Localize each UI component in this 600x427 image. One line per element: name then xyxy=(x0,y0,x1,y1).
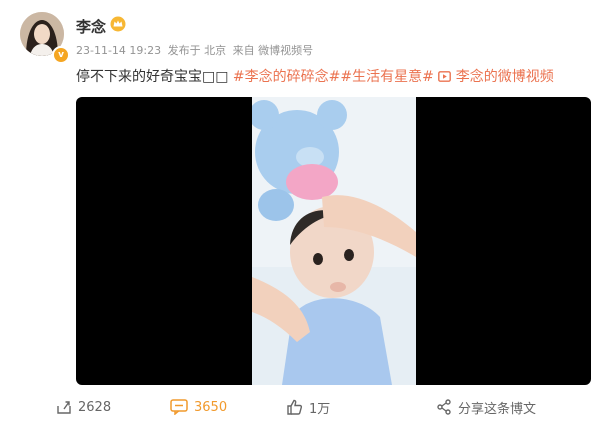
repost-count: 2628 xyxy=(78,399,112,415)
hashtag-link[interactable]: #生活有星意# xyxy=(340,69,433,85)
video-link-label: 李念的微博视频 xyxy=(455,69,554,85)
repost-button[interactable]: 2628 xyxy=(56,396,111,418)
share-nodes-icon xyxy=(437,399,451,415)
video-link[interactable]: 李念的微博视频 xyxy=(438,69,554,85)
share-icon xyxy=(57,401,71,414)
verified-badge-icon: v xyxy=(52,46,70,64)
share-post-button[interactable]: 分享这条博文 xyxy=(436,396,536,418)
thumbs-up-icon xyxy=(287,399,303,415)
action-bar: 2628 3650 1万 分享这条博文 xyxy=(0,396,600,418)
crown-icon xyxy=(110,16,126,32)
post-location: 发布于 北京 xyxy=(167,44,227,57)
video-icon xyxy=(438,71,452,82)
post-source[interactable]: 来自 微博视频号 xyxy=(233,44,314,57)
like-count: 1万 xyxy=(309,401,331,417)
post-text: 停不下来的好奇宝宝□□ #李念的碎碎念##生活有星意# 李念的微博视频 xyxy=(76,66,554,86)
comment-icon xyxy=(170,399,188,415)
post-text-emoji: □□ xyxy=(202,69,229,85)
share-post-label: 分享这条博文 xyxy=(458,401,537,417)
post-meta: 23-11-14 19:23 发布于 北京 来自 微博视频号 xyxy=(76,42,316,58)
post-text-plain: 停不下来的好奇宝宝 xyxy=(76,69,202,85)
comment-button[interactable]: 3650 xyxy=(170,396,227,418)
video-frame xyxy=(252,97,416,385)
like-button[interactable]: 1万 xyxy=(286,396,330,418)
comment-count: 3650 xyxy=(194,399,228,415)
video-player[interactable] xyxy=(76,97,591,385)
hashtag-link[interactable]: #李念的碎碎念# xyxy=(233,69,340,85)
author-name[interactable]: 李念 xyxy=(76,16,106,37)
post-timestamp[interactable]: 23-11-14 19:23 xyxy=(76,44,161,57)
